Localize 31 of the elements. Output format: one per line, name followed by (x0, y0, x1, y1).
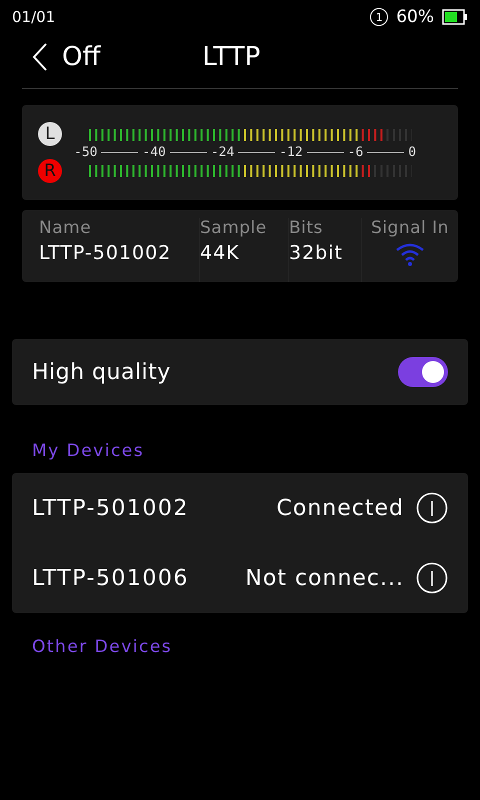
column-heading: Sample (200, 218, 268, 238)
scale-label: 0 (408, 145, 416, 160)
info-icon[interactable] (416, 492, 448, 524)
scale-label: -40 (142, 145, 166, 160)
section-heading: My Devices (32, 441, 146, 461)
channel-badge: L (38, 122, 62, 146)
battery-percentage: 60% (396, 7, 434, 27)
scale-label: -12 (279, 145, 303, 160)
scale-label: -50 (74, 145, 98, 160)
column-value: 32bit (289, 242, 344, 264)
column-heading: Name (39, 218, 92, 238)
toggle-switch[interactable] (398, 357, 448, 387)
section-heading: Other Devices (32, 637, 174, 657)
wifi-icon (395, 242, 425, 266)
sync-badge: 1 (370, 8, 388, 26)
page-title: LTTP (202, 42, 260, 72)
column-heading: Bits (289, 218, 324, 238)
column-value: LTTP-501002 (39, 242, 172, 264)
scale-label: -24 (210, 145, 234, 160)
device-item[interactable]: LTTP-501002 Connected (32, 473, 448, 543)
battery-icon (442, 9, 468, 25)
back-button[interactable]: Off (32, 42, 100, 72)
device-item[interactable]: LTTP-501006 Not connec... (32, 543, 448, 613)
column-heading: Signal In (371, 218, 449, 238)
setting-label: High quality (32, 360, 171, 384)
channel-badge: R (38, 159, 62, 183)
chevron-left-icon (32, 42, 48, 72)
scale-label: -6 (348, 145, 364, 160)
info-icon[interactable] (416, 562, 448, 594)
page-indicator: 01/01 (12, 8, 56, 26)
column-value: 44K (200, 242, 241, 264)
